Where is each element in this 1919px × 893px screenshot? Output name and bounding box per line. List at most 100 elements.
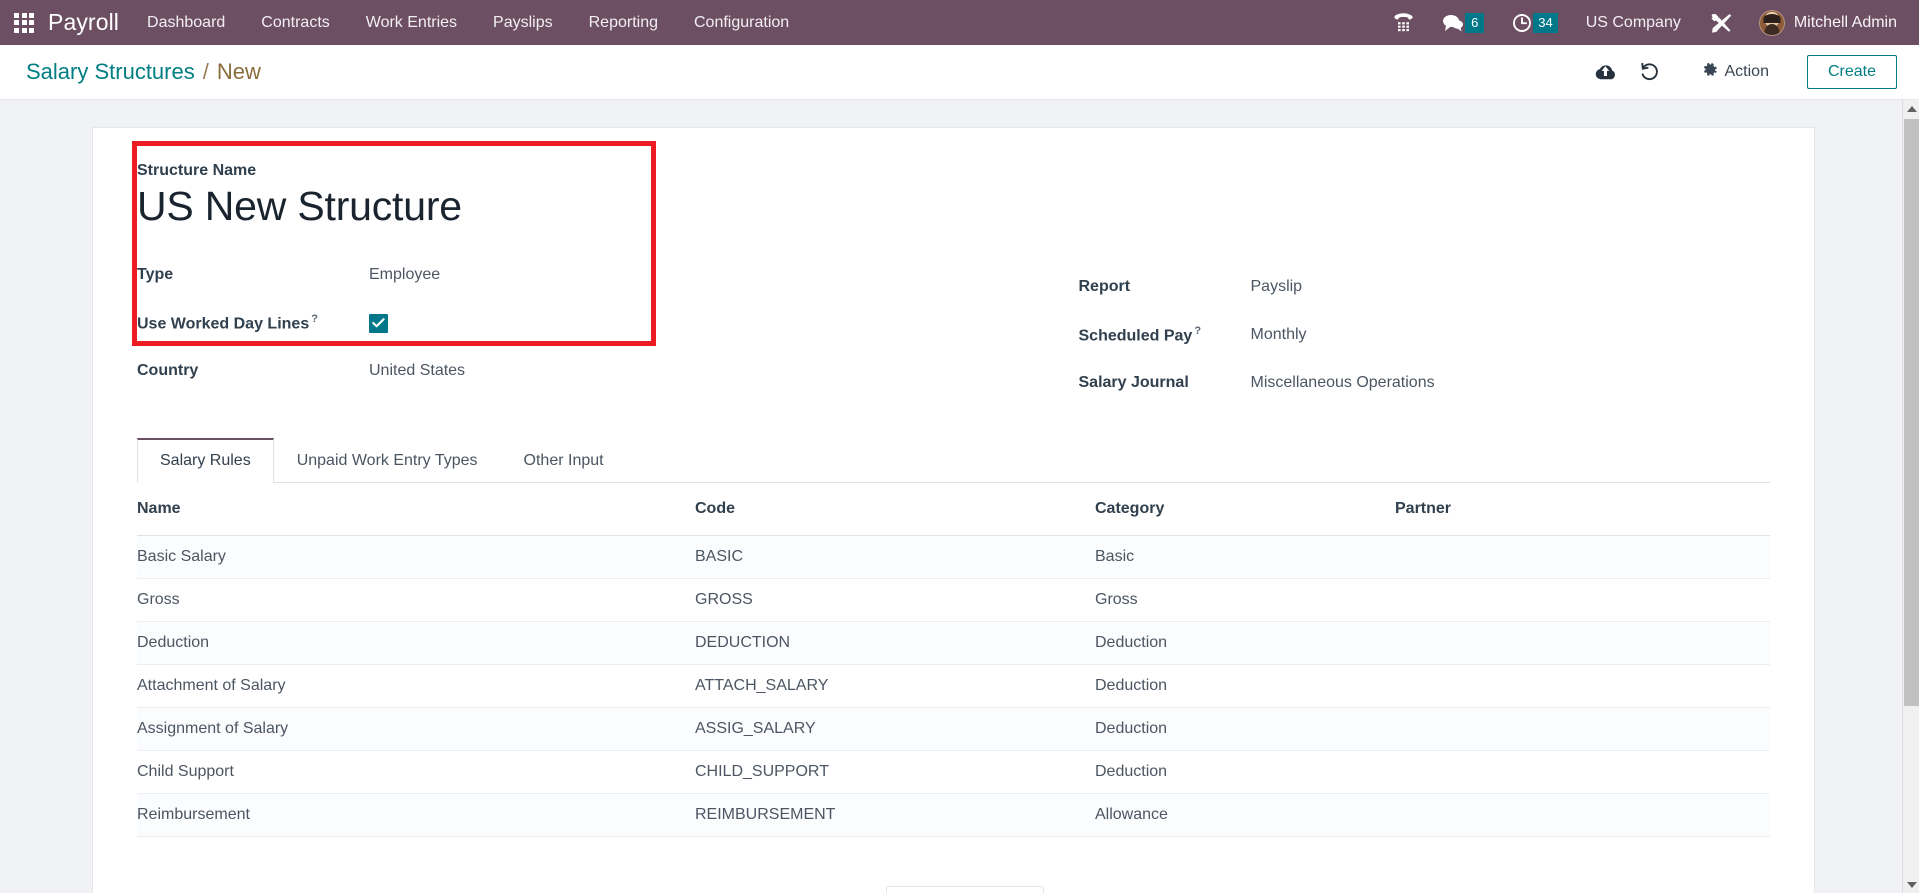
activities-menu[interactable]: 34 [1498, 0, 1571, 45]
scroll-down-arrow-icon[interactable] [1903, 876, 1919, 893]
action-label: Action [1724, 63, 1769, 80]
tab-unpaid-work-entry-types[interactable]: Unpaid Work Entry Types [274, 438, 501, 483]
tab-other-input[interactable]: Other Input [501, 438, 627, 483]
type-label: Type [137, 266, 174, 284]
column-header-code[interactable]: Code [695, 483, 1095, 536]
notebook: Salary Rules Unpaid Work Entry Types Oth… [93, 438, 1814, 483]
cell-partner [1395, 578, 1770, 622]
salary-rules-table-wrapper: Name Code Category Partner Basic Salary … [93, 483, 1814, 837]
menu-item-reporting[interactable]: Reporting [571, 0, 676, 45]
messages-menu[interactable]: 6 [1428, 0, 1498, 45]
column-header-category[interactable]: Category [1095, 483, 1395, 536]
user-menu[interactable]: Mitchell Admin [1747, 0, 1905, 45]
table-row[interactable]: Gross GROSS Gross [137, 578, 1770, 622]
table-row[interactable]: Attachment of Salary ATTACH_SALARY Deduc… [137, 664, 1770, 708]
table-row[interactable]: Basic Salary BASIC Basic [137, 535, 1770, 579]
menu-item-configuration[interactable]: Configuration [676, 0, 807, 45]
breadcrumb-separator: / [202, 59, 209, 84]
menu-item-work-entries[interactable]: Work Entries [348, 0, 475, 45]
cell-code: BASIC [695, 535, 1095, 579]
scrollbar-thumb[interactable] [1904, 119, 1919, 706]
cell-category: Deduction [1095, 621, 1395, 665]
cell-name: Attachment of Salary [137, 664, 695, 708]
field-row-country: Country United States [137, 352, 954, 390]
form-column-left: Structure Name US New Structure Type Emp… [137, 162, 954, 412]
cell-partner [1395, 621, 1770, 665]
country-label: Country [137, 362, 199, 380]
table-header-row: Name Code Category Partner [137, 483, 1770, 536]
column-header-partner[interactable]: Partner [1395, 483, 1770, 536]
table-row[interactable]: Deduction DEDUCTION Deduction [137, 621, 1770, 665]
cell-name: Assignment of Salary [137, 707, 695, 751]
menu-item-payslips[interactable]: Payslips [475, 0, 571, 45]
wrench-screwdriver-icon[interactable] [1695, 0, 1747, 45]
field-row-report: Report Payslip [1079, 268, 1771, 306]
breadcrumb: Salary Structures / New [26, 59, 261, 85]
breadcrumb-current: New [216, 59, 261, 84]
structure-name-input[interactable]: US New Structure [137, 182, 954, 230]
vertical-scrollbar[interactable] [1902, 100, 1919, 893]
company-switcher[interactable]: US Company [1572, 0, 1695, 45]
country-value[interactable]: United States [369, 362, 465, 380]
breadcrumb-parent-link[interactable]: Salary Structures [26, 59, 195, 85]
table-row[interactable]: Reimbursement REIMBURSEMENT Allowance [137, 793, 1770, 837]
field-row-use-worked-day-lines: Use Worked Day Lines? [137, 304, 954, 342]
tab-salary-rules[interactable]: Salary Rules [137, 438, 274, 483]
field-row-scheduled-pay: Scheduled Pay? Monthly [1079, 316, 1771, 354]
form-column-right: Report Payslip Scheduled Pay? Monthly Sa… [954, 162, 1771, 412]
salary-journal-value[interactable]: Miscellaneous Operations [1251, 374, 1435, 392]
phone-dialpad-icon[interactable] [1379, 0, 1428, 45]
activities-badge: 34 [1533, 12, 1558, 33]
use-worked-day-lines-label-text: Use Worked Day Lines [137, 315, 310, 333]
type-value[interactable]: Employee [369, 266, 440, 284]
top-navbar: Payroll Dashboard Contracts Work Entries… [0, 0, 1919, 45]
help-tip-icon[interactable]: ? [1194, 325, 1201, 337]
messages-badge: 6 [1465, 12, 1485, 33]
cell-category: Allowance [1095, 793, 1395, 837]
use-worked-day-lines-checkbox[interactable] [369, 313, 388, 333]
control-panel: Salary Structures / New Action Create [0, 45, 1919, 100]
undo-icon[interactable] [1628, 53, 1672, 91]
gear-icon [1702, 62, 1718, 83]
main-menu: Dashboard Contracts Work Entries Payslip… [129, 0, 807, 45]
view-area: Structure Name US New Structure Type Emp… [0, 100, 1919, 893]
menu-item-contracts[interactable]: Contracts [243, 0, 347, 45]
cell-code: CHILD_SUPPORT [695, 750, 1095, 794]
cell-category: Gross [1095, 578, 1395, 622]
cell-code: ASSIG_SALARY [695, 707, 1095, 751]
scheduled-pay-label: Scheduled Pay? [1079, 325, 1251, 345]
table-row[interactable]: Assignment of Salary ASSIG_SALARY Deduct… [137, 707, 1770, 751]
code-tooltip: REIMBURSEMENT [886, 886, 1044, 893]
user-name: Mitchell Admin [1793, 13, 1897, 31]
cell-name: Gross [137, 578, 695, 622]
cell-code: REIMBURSEMENT [695, 793, 1095, 837]
report-label: Report [1078, 278, 1131, 295]
cloud-upload-icon[interactable] [1584, 53, 1628, 91]
report-value[interactable]: Payslip [1251, 278, 1303, 296]
table-row[interactable]: Child Support CHILD_SUPPORT Deduction [137, 750, 1770, 794]
avatar [1758, 9, 1785, 36]
action-button[interactable]: Action [1688, 56, 1783, 89]
structure-name-label: Structure Name [137, 162, 257, 179]
scheduled-pay-value[interactable]: Monthly [1251, 326, 1307, 344]
create-button[interactable]: Create [1806, 55, 1897, 89]
cell-partner [1395, 793, 1770, 837]
cell-category: Deduction [1095, 707, 1395, 751]
column-header-name[interactable]: Name [137, 483, 695, 536]
apps-grid-icon[interactable] [0, 0, 48, 45]
app-brand-payroll[interactable]: Payroll [48, 9, 129, 36]
control-panel-buttons: Action Create [1584, 53, 1897, 91]
cell-name: Reimbursement [137, 793, 695, 837]
use-worked-day-lines-label: Use Worked Day Lines? [137, 313, 369, 333]
scroll-up-arrow-icon[interactable] [1903, 100, 1919, 117]
cell-category: Deduction [1095, 664, 1395, 708]
cell-partner [1395, 535, 1770, 579]
cell-partner [1395, 664, 1770, 708]
salary-rules-table: Name Code Category Partner Basic Salary … [137, 483, 1770, 837]
cell-category: Basic [1095, 535, 1395, 579]
cell-partner [1395, 707, 1770, 751]
menu-item-dashboard[interactable]: Dashboard [129, 0, 243, 45]
field-row-type: Type Employee [137, 256, 954, 294]
cell-name: Child Support [137, 750, 695, 794]
help-tip-icon[interactable]: ? [311, 313, 318, 325]
